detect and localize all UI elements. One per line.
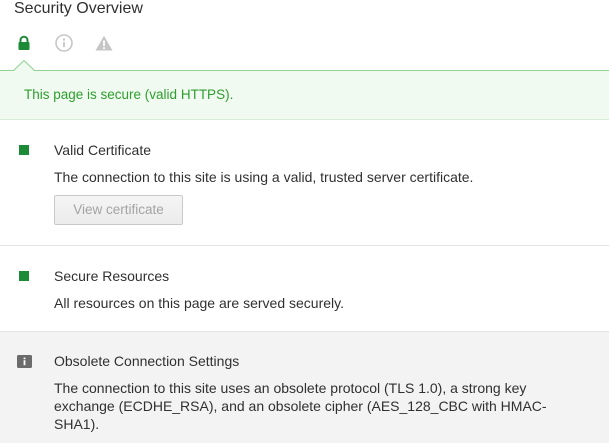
section-description: The connection to this site uses an obso… bbox=[54, 380, 547, 432]
secure-status-square-icon bbox=[19, 145, 29, 155]
status-banner-text: This page is secure (valid HTTPS). bbox=[24, 87, 234, 102]
section-secure-resources: Secure Resources All resources on this p… bbox=[0, 246, 609, 332]
section-title: Obsolete Connection Settings bbox=[54, 353, 240, 369]
section-obsolete-connection: Obsolete Connection Settings The connect… bbox=[0, 332, 609, 443]
view-certificate-button[interactable]: View certificate bbox=[54, 195, 183, 225]
section-title: Valid Certificate bbox=[54, 142, 152, 158]
warning-triangle-icon[interactable] bbox=[94, 34, 114, 54]
section-title: Secure Resources bbox=[54, 268, 170, 284]
secure-status-square-icon bbox=[19, 271, 29, 281]
page-title: Security Overview bbox=[14, 0, 143, 17]
status-banner: This page is secure (valid HTTPS). bbox=[0, 70, 609, 120]
security-tabs bbox=[15, 34, 135, 54]
active-tab-pointer bbox=[13, 60, 35, 72]
info-circle-icon[interactable] bbox=[54, 34, 74, 54]
section-description: The connection to this site is using a v… bbox=[54, 169, 474, 185]
security-panel: Security Overview This page is secure (v… bbox=[0, 0, 609, 443]
section-valid-certificate: Valid Certificate The connection to this… bbox=[0, 120, 609, 246]
section-description: All resources on this page are served se… bbox=[54, 295, 344, 311]
lock-icon[interactable] bbox=[15, 34, 35, 54]
info-square-icon bbox=[17, 355, 32, 368]
